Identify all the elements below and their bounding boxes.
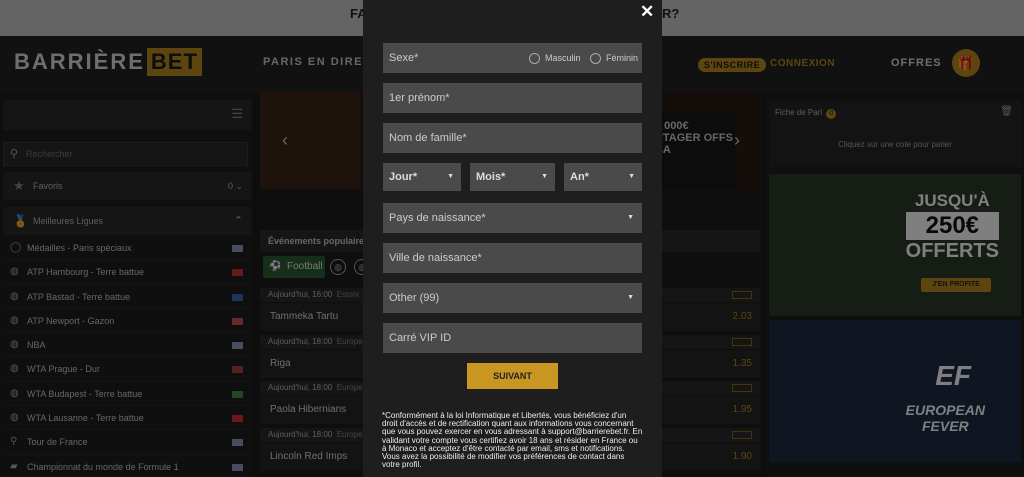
caret-down-icon: ▼ [541, 173, 548, 180]
year-select[interactable]: An* ▼ [564, 163, 642, 191]
legal-notice: *Conformément à la loi Informatique et L… [382, 411, 643, 470]
day-select[interactable]: Jour* ▼ [383, 163, 461, 191]
last-name-input[interactable]: Nom de famille* [383, 123, 642, 153]
birth-country-select[interactable]: Pays de naissance* ▼ [383, 203, 642, 233]
page: FA R? BARRIÈRE BET PARIS EN DIREC S'INSC… [0, 0, 1024, 477]
gender-label: Sexe* [389, 52, 419, 64]
other-select[interactable]: Other (99) ▼ [383, 283, 642, 313]
birth-city-input[interactable]: Ville de naissance* [383, 243, 642, 273]
radio-masculin[interactable]: Masculin [529, 43, 581, 73]
caret-down-icon: ▼ [627, 294, 634, 301]
radio-feminin[interactable]: Féminin [590, 43, 638, 73]
vip-id-input[interactable]: Carré VIP ID [383, 323, 642, 353]
caret-down-icon: ▼ [627, 214, 634, 221]
gender-field: Sexe* Masculin Féminin [383, 43, 642, 73]
caret-down-icon: ▼ [447, 173, 454, 180]
caret-down-icon: ▼ [628, 173, 635, 180]
close-icon[interactable]: ✕ [640, 2, 654, 22]
first-name-input[interactable]: 1er prénom* [383, 83, 642, 113]
next-button[interactable]: SUIVANT [467, 363, 558, 389]
month-select[interactable]: Mois* ▼ [470, 163, 555, 191]
